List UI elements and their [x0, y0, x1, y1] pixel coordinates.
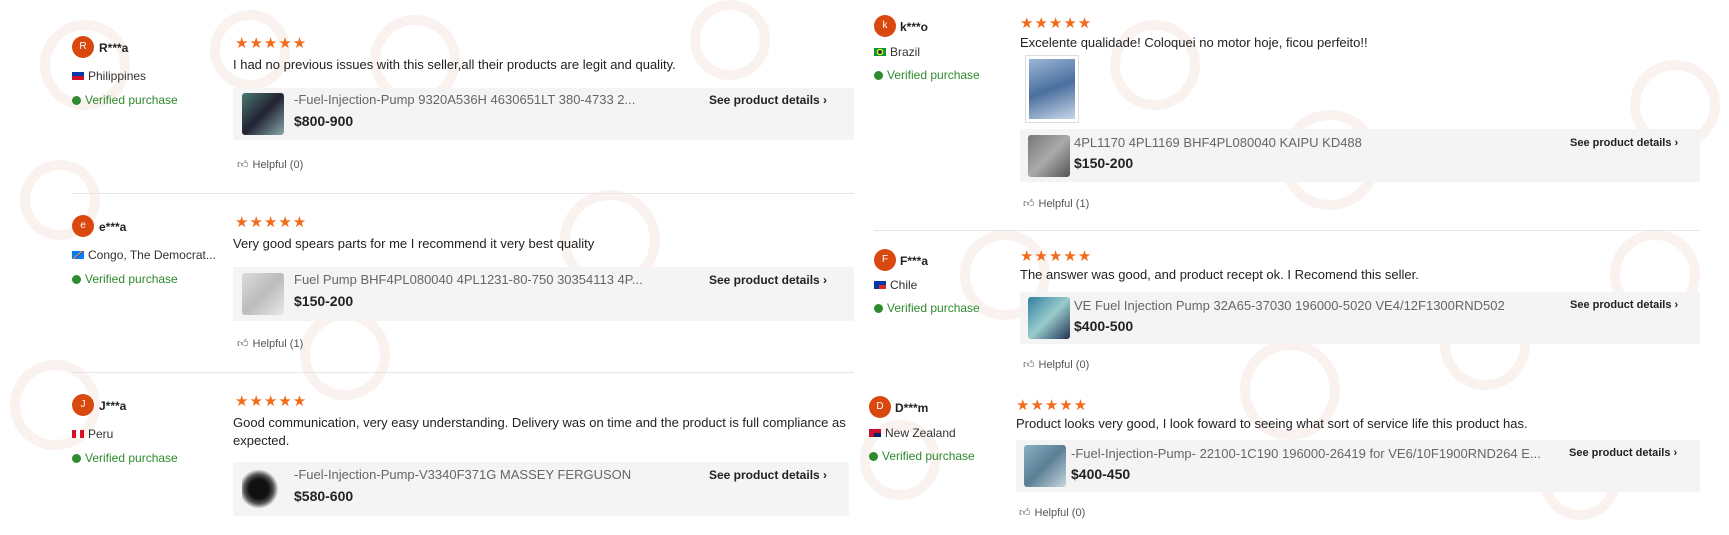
divider — [72, 193, 854, 194]
avatar: e — [72, 215, 94, 237]
product-name[interactable]: Fuel Pump BHF4PL080040 4PL1231-80-750 30… — [294, 272, 704, 287]
verified-badge: Verified purchase — [72, 451, 178, 465]
reviewer-country: Congo, The Democrat... — [72, 248, 216, 262]
product-card[interactable]: -Fuel-Injection-Pump- 22100-1C190 196000… — [1016, 440, 1700, 492]
reviewer-country: New Zealand — [869, 426, 956, 440]
star-rating: ★★★★★ — [1016, 397, 1089, 414]
star-rating: ★★★★★ — [1020, 248, 1093, 265]
thumbs-up-icon: 👍︎ — [237, 159, 249, 171]
product-price: $800-900 — [294, 113, 354, 129]
divider — [72, 372, 854, 373]
reviewer-country: Peru — [72, 427, 113, 441]
helpful-button[interactable]: 👍︎ Helpful (0) — [237, 158, 303, 172]
product-thumbnail[interactable] — [1028, 135, 1070, 177]
product-price: $400-450 — [1071, 466, 1131, 482]
reviewer-country: Chile — [874, 278, 917, 292]
star-rating: ★★★★★ — [235, 393, 308, 410]
product-name[interactable]: 4PL1170 4PL1169 BHF4PL080040 KAIPU KD488 — [1074, 135, 1524, 150]
flag-chile-icon — [874, 281, 886, 289]
review-text: Good communication, very easy understand… — [233, 415, 846, 448]
chevron-right-icon: › — [1674, 137, 1679, 149]
divider — [874, 230, 1700, 231]
check-circle-icon — [874, 70, 883, 80]
verified-badge: Verified purchase — [874, 301, 980, 315]
product-name[interactable]: VE Fuel Injection Pump 32A65-37030 19600… — [1074, 298, 1544, 313]
reviewer-name: D***m — [895, 401, 929, 415]
see-product-details-link[interactable]: See product details › — [1569, 447, 1677, 459]
flag-congo-icon — [72, 251, 84, 259]
star-rating: ★★★★★ — [235, 35, 308, 52]
helpful-button[interactable]: 👍︎ Helpful (1) — [1023, 197, 1089, 211]
see-product-details-link[interactable]: See product details › — [1570, 299, 1678, 311]
product-card[interactable]: 4PL1170 4PL1169 BHF4PL080040 KAIPU KD488… — [1020, 129, 1700, 182]
verified-badge: Verified purchase — [874, 68, 980, 82]
flag-philippines-icon — [72, 72, 84, 80]
thumbs-up-icon: 👍︎ — [1023, 198, 1035, 210]
chevron-right-icon: › — [1673, 447, 1678, 459]
product-thumbnail[interactable] — [1024, 445, 1066, 487]
review-photo[interactable] — [1025, 55, 1079, 123]
review-text: The answer was good, and product recept … — [1020, 267, 1419, 282]
thumbs-up-icon: 👍︎ — [1023, 359, 1035, 371]
verified-badge: Verified purchase — [72, 93, 178, 107]
flag-brazil-icon — [874, 48, 886, 56]
star-rating: ★★★★★ — [235, 214, 308, 231]
product-price: $400-500 — [1074, 318, 1134, 334]
chevron-right-icon: › — [823, 273, 828, 287]
review-text: Very good spears parts for me I recommen… — [233, 236, 595, 251]
product-price: $150-200 — [294, 293, 354, 309]
check-circle-icon — [72, 453, 81, 463]
product-price: $580-600 — [294, 488, 354, 504]
thumbs-up-icon: 👍︎ — [237, 338, 249, 350]
chevron-right-icon: › — [823, 93, 828, 107]
chevron-right-icon: › — [823, 468, 828, 482]
review-text: I had no previous issues with this selle… — [233, 57, 676, 72]
reviewer-name: R***a — [99, 41, 129, 55]
helpful-button[interactable]: 👍︎ Helpful (0) — [1023, 358, 1089, 372]
avatar: k — [874, 15, 896, 37]
check-circle-icon — [874, 303, 883, 313]
reviewer-name: e***a — [99, 220, 127, 234]
review-text: Excelente qualidade! Coloquei no motor h… — [1020, 35, 1368, 50]
reviewer-name: J***a — [99, 399, 127, 413]
product-price: $150-200 — [1074, 155, 1134, 171]
see-product-details-link[interactable]: See product details › — [1570, 137, 1678, 149]
avatar: F — [874, 249, 896, 271]
flag-peru-icon — [72, 430, 84, 438]
product-card[interactable]: -Fuel-Injection-Pump-V3340F371G MASSEY F… — [233, 462, 849, 516]
product-thumbnail[interactable] — [242, 468, 284, 510]
reviewer-name: k***o — [900, 20, 929, 34]
product-name[interactable]: -Fuel-Injection-Pump-V3340F371G MASSEY F… — [294, 467, 704, 482]
product-thumbnail[interactable] — [242, 273, 284, 315]
see-product-details-link[interactable]: See product details › — [709, 273, 827, 287]
product-thumbnail[interactable] — [242, 93, 284, 135]
product-card[interactable]: VE Fuel Injection Pump 32A65-37030 19600… — [1020, 292, 1700, 344]
product-card[interactable]: -Fuel-Injection-Pump 9320A536H 4630651LT… — [233, 88, 854, 140]
flag-new-zealand-icon — [869, 429, 881, 437]
see-product-details-link[interactable]: See product details › — [709, 468, 827, 482]
avatar: R — [72, 36, 94, 58]
thumbs-up-icon: 👍︎ — [1019, 507, 1031, 519]
check-circle-icon — [72, 274, 81, 284]
verified-badge: Verified purchase — [72, 272, 178, 286]
product-name[interactable]: -Fuel-Injection-Pump 9320A536H 4630651LT… — [294, 92, 704, 107]
reviewer-name: F***a — [900, 254, 929, 268]
check-circle-icon — [869, 451, 878, 461]
helpful-button[interactable]: 👍︎ Helpful (1) — [237, 337, 303, 351]
product-name[interactable]: -Fuel-Injection-Pump- 22100-1C190 196000… — [1071, 446, 1556, 461]
reviewer-country: Philippines — [72, 69, 146, 83]
avatar: J — [72, 394, 94, 416]
chevron-right-icon: › — [1674, 299, 1679, 311]
helpful-button[interactable]: 👍︎ Helpful (0) — [1019, 506, 1085, 520]
product-card[interactable]: Fuel Pump BHF4PL080040 4PL1231-80-750 30… — [233, 267, 854, 321]
review-text: Product looks very good, I look foward t… — [1016, 416, 1528, 431]
reviewer-country: Brazil — [874, 45, 920, 59]
verified-badge: Verified purchase — [869, 449, 975, 463]
product-thumbnail[interactable] — [1028, 297, 1070, 339]
star-rating: ★★★★★ — [1020, 15, 1093, 32]
avatar: D — [869, 396, 891, 418]
check-circle-icon — [72, 95, 81, 105]
see-product-details-link[interactable]: See product details › — [709, 93, 827, 107]
